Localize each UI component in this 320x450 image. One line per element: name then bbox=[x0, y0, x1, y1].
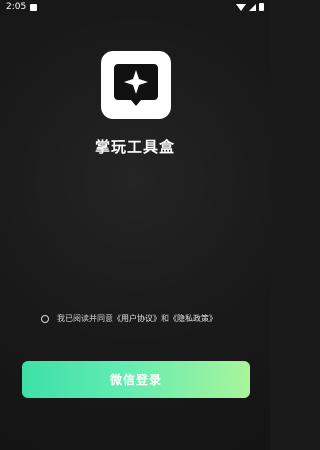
agreement-checkbox[interactable] bbox=[41, 314, 49, 323]
status-right bbox=[236, 3, 264, 11]
app-logo bbox=[101, 51, 171, 119]
sparkle-chat-bubble-icon bbox=[114, 64, 158, 106]
privacy-policy-link[interactable]: 《隐私政策》 bbox=[169, 313, 217, 324]
signal-icon bbox=[249, 3, 256, 11]
wechat-login-label: 微信登录 bbox=[109, 373, 162, 387]
wechat-login-button[interactable]: 微信登录 bbox=[22, 361, 250, 398]
agreement-and: 和 bbox=[161, 314, 169, 323]
user-agreement-link[interactable]: 《用户协议》 bbox=[113, 313, 161, 324]
agreement-text: 我已阅读并同意 《用户协议》 和 《隐私政策》 bbox=[57, 313, 217, 324]
notification-icon bbox=[30, 3, 38, 11]
status-time: 2:05 bbox=[6, 2, 27, 12]
wifi-icon bbox=[236, 3, 246, 11]
battery-icon bbox=[259, 3, 264, 11]
status-left: 2:05 bbox=[6, 2, 38, 12]
status-bar: 2:05 bbox=[0, 0, 270, 14]
agreement-row: 我已阅读并同意 《用户协议》 和 《隐私政策》 bbox=[41, 313, 217, 324]
app-title: 掌玩工具盒 bbox=[94, 138, 175, 156]
agreement-prefix: 我已阅读并同意 bbox=[57, 314, 113, 323]
login-screen: 2:05 掌玩工具盒 我已阅读并同意 《用户协议》 和 《隐私政策》 微信登录 bbox=[0, 0, 270, 450]
